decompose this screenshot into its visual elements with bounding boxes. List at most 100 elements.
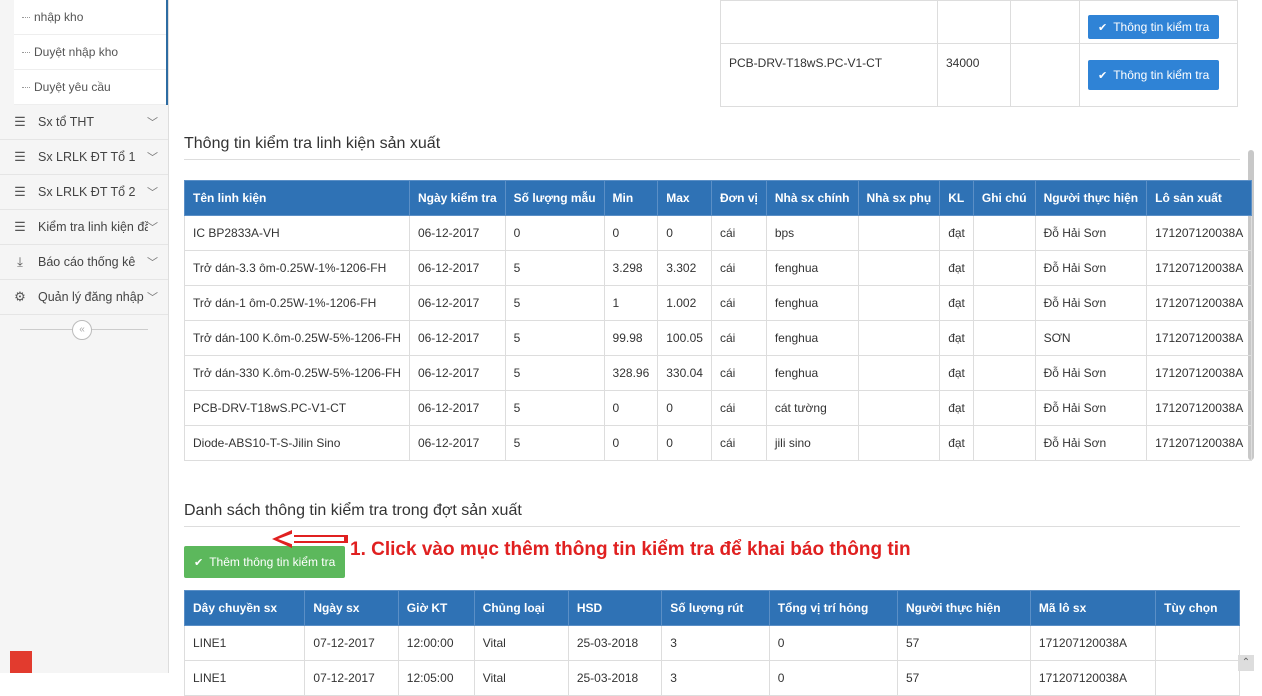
column-header[interactable]: Nhà sx chính (765, 180, 859, 216)
table-row[interactable]: Trở dán-3.3 ôm-0.25W-1%-1206-FH 06-12-201… (184, 250, 1253, 286)
column-header[interactable]: Ngày kiểm tra (408, 180, 506, 216)
column-header[interactable]: Max (657, 180, 712, 216)
scroll-to-top-button[interactable]: ⌃ (1238, 655, 1254, 671)
table-row[interactable]: Trở dán-330 K.ôm-0.25W-5%-1206-FH 06-12-2… (184, 355, 1253, 391)
column-header[interactable]: Người thực hiện (1034, 180, 1148, 216)
chevron-down-icon: ﹀ (147, 292, 158, 304)
sidebar-item-sx-lrlk-to1[interactable]: ☰ Sx LRLK ĐT Tổ 1 ﹀ (0, 140, 168, 175)
column-header[interactable]: Nhà sx phụ (857, 180, 941, 216)
table-row[interactable]: IC BP2833A-VH 06-12-2017 0 0 0 cái bps đạt Đỗ Hả… (184, 215, 1253, 251)
column-header[interactable]: Dây chuyền sx (183, 590, 306, 626)
submenu-item-nhap-kho[interactable]: nhập kho (14, 0, 166, 35)
table-cell: LINE1 (183, 625, 306, 661)
table-cell: 0 (657, 425, 712, 461)
column-header[interactable]: HSD (567, 590, 663, 626)
table-cell: PCB-DRV-T18wS.PC-V1-CT (720, 43, 938, 107)
sidebar-item-sx-to-tht[interactable]: ☰ Sx tổ THT ﹀ (0, 105, 168, 140)
table-row[interactable]: LINE1 07-12-2017 12:05:00 Vital 25-03-2018 3 0… (183, 660, 1240, 696)
table-cell: 171207120038A (1146, 320, 1253, 356)
table-cell (972, 215, 1036, 251)
table-row[interactable]: LINE1 07-12-2017 12:00:00 Vital 25-03-2018 3 0… (183, 625, 1240, 661)
table-cell: 171207120038A (1146, 215, 1253, 251)
table-cell: 1 (603, 285, 659, 321)
sidebar-item-quan-ly-dang-nhap[interactable]: ⚙ Quản lý đăng nhập ﹀ (0, 280, 168, 315)
table-row[interactable]: Trở dán-1 ôm-0.25W-1%-1206-FH 06-12-2017 5… (184, 285, 1253, 321)
table-cell (720, 0, 938, 44)
table-cell: jili sino (765, 425, 859, 461)
table-cell: 171207120038A (1146, 390, 1253, 426)
table-row[interactable]: Trở dán-100 K.ôm-0.25W-5%-1206-FH 06-12-2… (184, 320, 1253, 356)
column-header[interactable]: Số lượng mẫu (504, 180, 605, 216)
table-cell: cái (710, 390, 767, 426)
column-header[interactable]: Ghi chú (972, 180, 1036, 216)
table-cell: Đỗ Hải Sơn (1034, 425, 1148, 461)
component-check-table: Tên linh kiện Ngày kiểm tra Số lượng mẫu… (184, 180, 1253, 461)
column-header[interactable]: Tên linh kiện (184, 180, 410, 216)
collapse-sidebar-button[interactable]: « (72, 320, 92, 340)
table-cell: 0 (603, 215, 659, 251)
table-cell: 0 (603, 390, 659, 426)
column-header[interactable]: Lô sản xuất (1146, 180, 1253, 216)
table-cell: 0 (504, 215, 605, 251)
table-cell: 330.04 (657, 355, 712, 391)
sidebar-item-label: Báo cáo thống kê (38, 255, 136, 269)
table-cell: 3 (661, 660, 770, 696)
column-header[interactable]: Tổng vị trí hỏng (768, 590, 898, 626)
table-cell: Đỗ Hải Sơn (1034, 285, 1148, 321)
table-cell: 171207120038A (1146, 250, 1253, 286)
table-cell: 34000 (937, 43, 1011, 107)
sidebar-item-sx-lrlk-to2[interactable]: ☰ Sx LRLK ĐT Tổ 2 ﹀ (0, 175, 168, 210)
table-cell: 3 (661, 625, 770, 661)
list-icon: ☰ (14, 149, 26, 164)
submenu-item-duyet-yeu-cau[interactable]: Duyệt yêu cầu (14, 70, 166, 105)
info-check-button[interactable]: ✔ Thông tin kiểm tra (1088, 15, 1220, 39)
table-cell: 5 (504, 425, 605, 461)
table-cell: cái (710, 250, 767, 286)
annotation-arrow-icon (272, 530, 348, 548)
table-row[interactable]: Diode-ABS10-T-S-Jilin Sino 06-12-2017 5 0 0 c… (184, 425, 1253, 461)
sidebar-collapse: « (0, 315, 168, 345)
table-cell: 171207120038A (1146, 355, 1253, 391)
table-row: ✔ Thông tin kiểm tra (720, 0, 1238, 44)
table-cell: Trở dán-330 K.ôm-0.25W-5%-1206-FH (184, 355, 410, 391)
column-header[interactable]: Tùy chọn (1155, 590, 1240, 626)
info-check-button[interactable]: ✔ Thông tin kiểm tra (1088, 60, 1220, 90)
table-cell (857, 285, 941, 321)
table-cell (972, 320, 1036, 356)
column-header[interactable]: Số lượng rút (661, 590, 770, 626)
column-header[interactable]: Giờ KT (397, 590, 475, 626)
sidebar-item-label: Quản lý đăng nhập (38, 290, 144, 304)
column-header[interactable]: Người thực hiện (896, 590, 1031, 626)
sidebar-item-bao-cao[interactable]: ⤓ Báo cáo thống kê ﹀ (0, 245, 168, 280)
column-header[interactable]: Mã lô sx (1029, 590, 1157, 626)
table-cell: 57 (896, 625, 1031, 661)
table-cell: 100.05 (657, 320, 712, 356)
download-icon: ⤓ (17, 254, 23, 269)
table-cell: cái (710, 355, 767, 391)
column-header[interactable]: Ngày sx (304, 590, 399, 626)
table-cell (1155, 625, 1240, 661)
list-icon: ☰ (14, 184, 26, 199)
table-cell: 0 (603, 425, 659, 461)
table-cell (857, 390, 941, 426)
button-label: Thông tin kiểm tra (1113, 68, 1210, 82)
column-header[interactable]: Min (603, 180, 659, 216)
chevron-down-icon: ﹀ (147, 222, 158, 234)
table-header-row: Dây chuyền sx Ngày sx Giờ KT Chủng loại … (183, 590, 1240, 626)
table-cell: cái (710, 425, 767, 461)
sidebar-item-kiem-tra-linh-kien[interactable]: ☰ Kiểm tra linh kiện đầu vào ﹀ (0, 210, 168, 245)
table-cell: 25-03-2018 (567, 660, 663, 696)
table-row[interactable]: PCB-DRV-T18wS.PC-V1-CT 06-12-2017 5 0 0 cái cá… (184, 390, 1253, 426)
column-header[interactable]: Chủng loại (473, 590, 569, 626)
table-cell: Đỗ Hải Sơn (1034, 355, 1148, 391)
table-cell: đạt (939, 320, 974, 356)
table-cell (937, 0, 1011, 44)
check-icon: ✔ (194, 556, 204, 569)
column-header[interactable]: KL (939, 180, 974, 216)
submenu-item-duyet-nhap-kho[interactable]: Duyệt nhập kho (14, 35, 166, 70)
table-cell: Trở dán-3.3 ôm-0.25W-1%-1206-FH (184, 250, 410, 286)
table-cell: fenghua (765, 320, 859, 356)
column-header[interactable]: Đơn vị (710, 180, 767, 216)
table-cell: LINE1 (183, 660, 306, 696)
table-cell: 5 (504, 285, 605, 321)
